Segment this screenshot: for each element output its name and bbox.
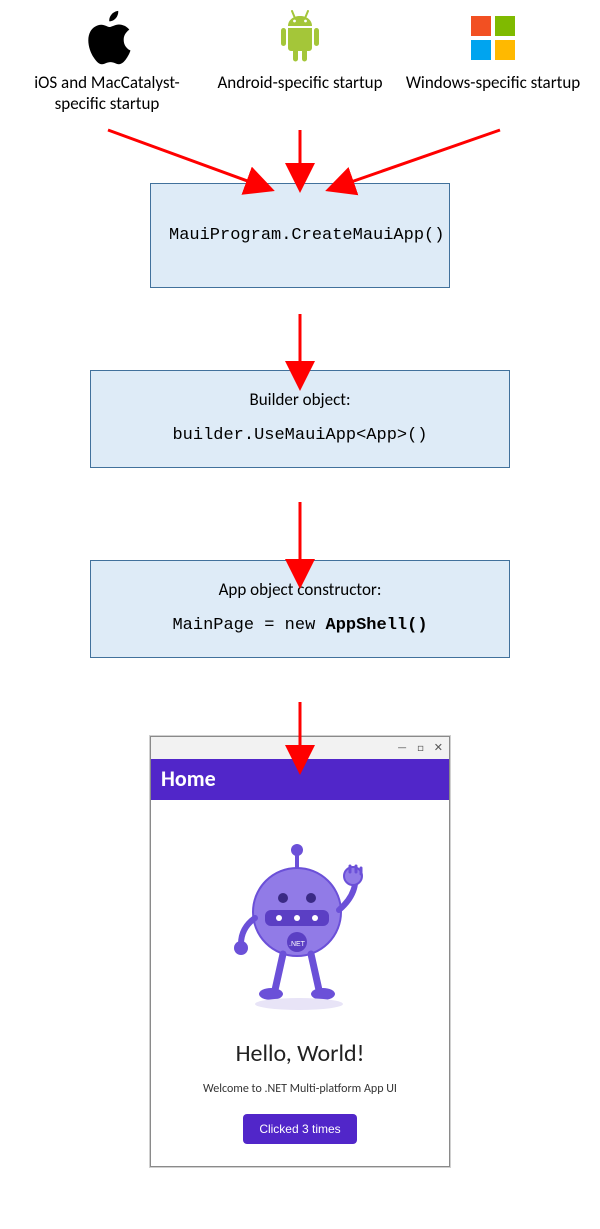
platform-windows-label: Windows-specific startup bbox=[406, 72, 580, 93]
app-titlebar: — □ ✕ bbox=[151, 737, 449, 759]
robot-illustration: .NET bbox=[225, 840, 375, 1015]
box-builder-code: builder.UseMauiApp<App>() bbox=[109, 426, 491, 445]
code-constructor-bold: AppShell() bbox=[326, 616, 428, 635]
window-minimize-icon: — bbox=[397, 741, 407, 754]
box-app-constructor-title: App object constructor: bbox=[109, 579, 491, 600]
platform-ios-label: iOS and MacCatalyst-specific startup bbox=[12, 72, 202, 115]
app-hello-text: Hello, World! bbox=[236, 1039, 365, 1068]
platform-android: Android-specific startup bbox=[205, 8, 395, 115]
window-close-icon: ✕ bbox=[434, 741, 443, 754]
app-click-button[interactable]: Clicked 3 times bbox=[243, 1114, 356, 1144]
svg-text:.NET: .NET bbox=[289, 941, 306, 948]
box-builder-title: Builder object: bbox=[109, 389, 491, 410]
box-builder: Builder object: builder.UseMauiApp<App>(… bbox=[90, 370, 510, 468]
box-app-constructor-code: MainPage = new AppShell() bbox=[109, 616, 491, 635]
app-window: — □ ✕ Home bbox=[150, 736, 450, 1167]
box-mauiprogram: MauiProgram.CreateMauiApp() bbox=[150, 183, 450, 288]
app-welcome-text: Welcome to .NET Multi-platform App UI bbox=[203, 1082, 397, 1096]
app-body: .NET Hello, World! Welcome to .NET Multi… bbox=[151, 800, 449, 1166]
platform-android-label: Android-specific startup bbox=[217, 72, 382, 93]
platform-row: iOS and MacCatalyst-specific startup And… bbox=[0, 0, 600, 115]
windows-icon bbox=[469, 8, 517, 68]
app-header: Home bbox=[151, 759, 449, 800]
code-constructor-pre: MainPage = new bbox=[172, 616, 325, 635]
android-icon bbox=[276, 8, 324, 68]
platform-ios: iOS and MacCatalyst-specific startup bbox=[12, 8, 202, 115]
box-app-constructor: App object constructor: MainPage = new A… bbox=[90, 560, 510, 658]
platform-windows: Windows-specific startup bbox=[398, 8, 588, 115]
apple-icon bbox=[82, 8, 132, 68]
box-mauiprogram-code: MauiProgram.CreateMauiApp() bbox=[169, 226, 431, 245]
window-maximize-icon: □ bbox=[417, 741, 424, 754]
